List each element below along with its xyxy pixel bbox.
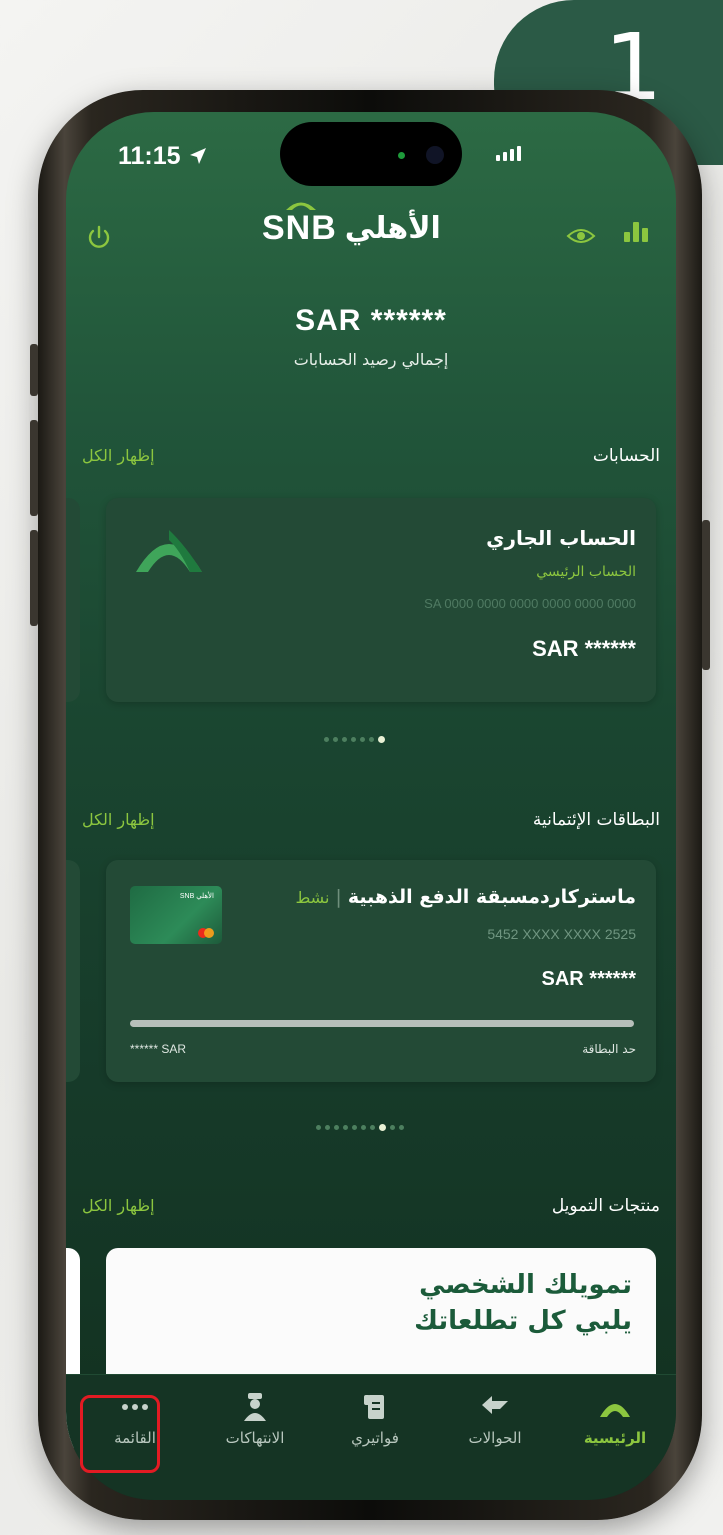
tab-bills-label: فواتيري [351,1429,399,1447]
show-balance-eye-icon[interactable] [566,226,596,250]
credit-card-status: نشط [295,888,330,907]
previous-account-card-peek[interactable] [66,498,80,702]
pager-dot[interactable] [316,1125,321,1130]
tab-home-label: الرئيسية [583,1429,647,1447]
credit-cards-section-title: البطاقات الإئتمانية [532,810,660,830]
account-balance: SAR ****** [532,636,636,661]
tab-home[interactable]: الرئيسية [560,1389,670,1447]
credit-cards-show-all-link[interactable]: إظهار الكل [82,810,155,829]
pager-dot[interactable] [324,737,329,742]
phone-volume-up [30,420,38,516]
credit-card-name: ماستركاردمسبقة الدفع الذهبية [347,886,636,908]
bill-icon [364,1395,384,1419]
analytics-chart-icon[interactable] [624,222,648,242]
pager-dot[interactable] [360,737,365,742]
pager-dot[interactable] [370,1125,375,1130]
card-image-logo: SNB الأهلي [179,893,214,900]
officer-icon [244,1393,266,1421]
phone-mute-switch [30,344,38,396]
credit-card-number: 5452 XXXX XXXX 2525 [487,926,636,942]
pager-dot[interactable] [379,1124,386,1131]
phone-power-button [702,520,710,670]
credit-card-balance: SAR ****** [541,968,636,990]
pager-dot[interactable] [352,1125,357,1130]
account-name: الحساب الجاري [486,526,636,550]
credit-limit-value: ****** SAR [130,1042,187,1056]
tab-violations[interactable]: الانتهاكات [200,1389,310,1447]
account-card[interactable]: الحساب الجاري الحساب الرئيسي SA 0000 000… [106,498,656,702]
app-logo: SNB الأهلي [262,198,482,258]
pager-dot[interactable] [399,1125,404,1130]
financing-show-all-link[interactable]: إظهار الكل [82,1196,155,1215]
location-arrow-icon [189,148,206,164]
credit-limit-label: حد البطاقة [582,1042,636,1056]
home-arch-icon [600,1404,630,1417]
pager-dot[interactable] [351,737,356,742]
pager-dot[interactable] [342,737,347,742]
power-logout-icon[interactable] [84,222,114,252]
pager-dot[interactable] [390,1125,395,1130]
pager-dot[interactable] [333,737,338,742]
total-balance-label: إجمالي رصيد الحسابات [293,350,449,369]
tab-transfers[interactable]: الحوالات [440,1389,550,1447]
camera-icon [426,146,444,164]
bank-arch-logo-icon [136,530,202,572]
credit-card-image: SNB الأهلي [130,886,222,944]
credit-card[interactable]: SNB الأهلي ماستركاردمسبقة الدفع الذهبية|… [106,860,656,1082]
pager-dot[interactable] [361,1125,366,1130]
pager-dot[interactable] [343,1125,348,1130]
phone-volume-down [30,530,38,626]
tab-bills[interactable]: فواتيري [320,1389,430,1447]
signal-icon [496,146,521,161]
pager-dot[interactable] [369,737,374,742]
app-screen: 11:15 SNB الأهلي SAR ****** إجمالي رصيد … [66,112,676,1500]
total-balance-amount: SAR ****** [295,304,447,337]
menu-tab-highlight-box [80,1395,160,1473]
account-iban: SA 0000 0000 0000 0000 0000 0000 [424,596,636,611]
logo-arch-icon [286,202,316,210]
pager-dot[interactable] [325,1125,330,1130]
pager-dot[interactable] [334,1125,339,1130]
accounts-section-title: الحسابات [592,446,660,466]
accounts-show-all-link[interactable]: إظهار الكل [82,446,155,465]
status-time-text: 11:15 [118,142,181,170]
previous-credit-card-peek[interactable] [66,860,80,1082]
accounts-pager[interactable] [324,736,385,743]
financing-section-title: منتجات التمويل [551,1196,660,1216]
promo-headline: تمويلك الشخصي [419,1270,632,1300]
privacy-indicator-icon [398,152,405,159]
tab-violations-label: الانتهاكات [225,1429,285,1447]
logo-arabic: الأهلي [344,210,441,246]
transfer-arrow-icon [482,1396,508,1414]
logo-latin: SNB [262,208,337,247]
dynamic-island [280,122,462,186]
total-balance: SAR ****** إجمالي رصيد الحسابات [66,304,676,369]
account-subtitle: الحساب الرئيسي [536,564,636,580]
credit-cards-pager[interactable] [316,1124,404,1131]
credit-card-title: ماستركاردمسبقة الدفع الذهبية|نشط [295,886,636,908]
status-time: 11:15 [118,142,208,171]
credit-limit-bar [130,1020,634,1027]
pager-dot[interactable] [378,736,385,743]
promo-subheadline: يلبي كل تطلعاتك [414,1306,632,1336]
tab-transfers-label: الحوالات [468,1429,522,1447]
